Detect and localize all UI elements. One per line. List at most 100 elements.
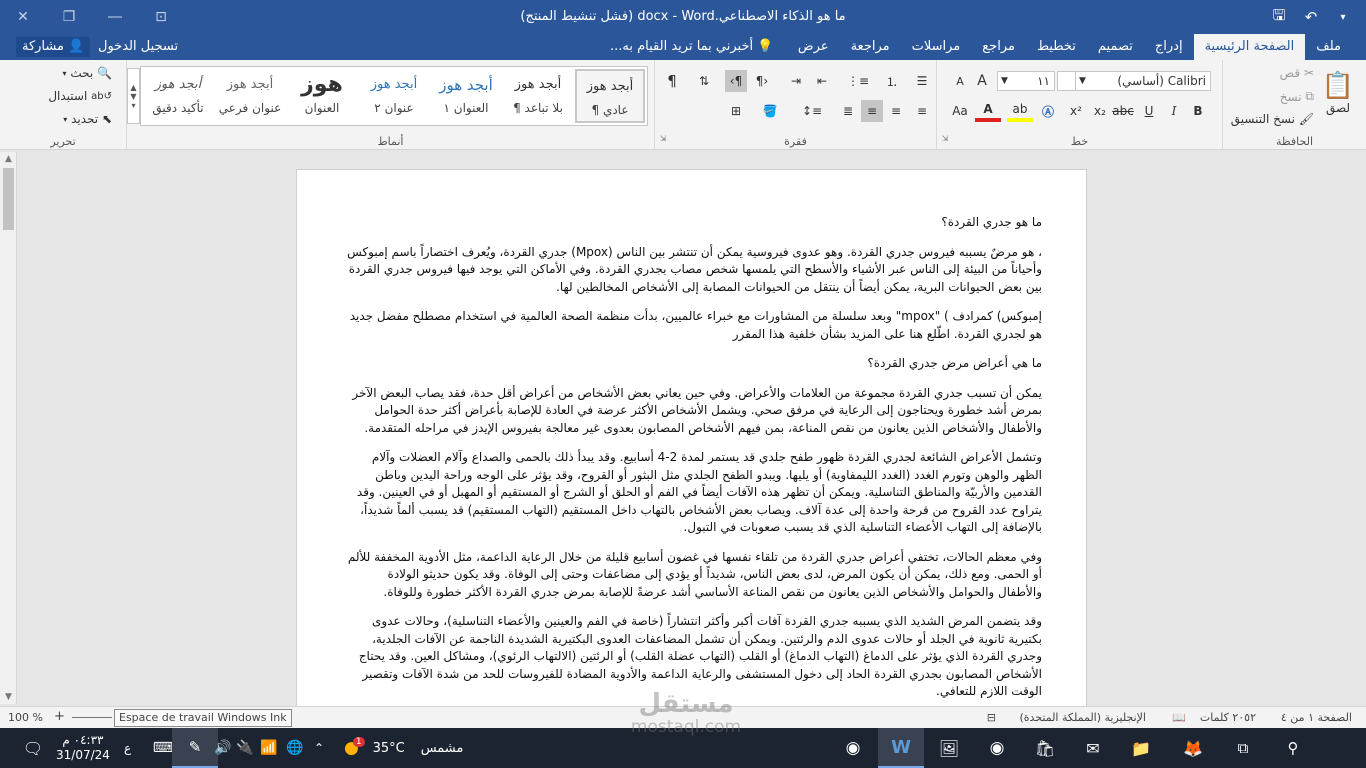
zoom-slider[interactable] xyxy=(72,717,112,718)
cut-button[interactable]: قص ✂ xyxy=(1280,66,1314,80)
copy-button[interactable]: نسخ ⧉ xyxy=(1280,89,1314,104)
font-color-button[interactable]: A xyxy=(975,100,1001,122)
font-name-dropdown[interactable] xyxy=(1057,71,1075,91)
style-title[interactable]: هوز العنوان xyxy=(287,69,357,123)
clock-time: ٠٤:٣٣ م xyxy=(62,733,104,747)
text-effects-button[interactable]: Ⓐ xyxy=(1037,100,1059,122)
zoom-level[interactable]: 100 % xyxy=(8,711,43,724)
style-heading-1[interactable]: أبجد هوز العنوان ١ xyxy=(431,69,501,123)
tab-review[interactable]: مراجعة xyxy=(840,34,901,60)
zoom-in-icon[interactable]: + xyxy=(54,709,65,724)
center-button[interactable]: ≡ xyxy=(885,100,907,122)
align-right-button[interactable]: ≡ xyxy=(911,100,933,122)
sign-in-link[interactable]: تسجيل الدخول xyxy=(98,34,178,60)
chrome-app-icon[interactable]: ◉ xyxy=(974,728,1020,768)
document-page[interactable]: ما هو جدري القردة؟ ، هو مرضٌ يسببه فيروس… xyxy=(296,169,1087,709)
vertical-scrollbar[interactable]: ▲ ▼ xyxy=(0,152,17,704)
borders-button[interactable]: ⊞ xyxy=(721,100,751,122)
word-app-icon[interactable]: W xyxy=(878,728,924,768)
select-button[interactable]: ▾ تحديد ⬉ xyxy=(63,112,112,126)
doc-paragraph: ، هو مرضٌ يسببه فيروس جدري القردة. وهو ع… xyxy=(347,244,1042,294)
format-painter-button[interactable]: نسخ التنسيق 🖌 xyxy=(1231,112,1314,126)
sort-button[interactable]: ⇅ xyxy=(693,70,715,92)
font-size-box[interactable]: ١١ ▼ xyxy=(997,71,1055,91)
store-app-icon[interactable]: 🛍 xyxy=(1022,728,1068,768)
find-button[interactable]: ▾ بحث 🔍 xyxy=(63,66,113,80)
tab-home[interactable]: الصفحة الرئيسية xyxy=(1193,34,1306,60)
tab-insert[interactable]: إدراج xyxy=(1144,34,1194,60)
format-painter-label: نسخ التنسيق xyxy=(1230,112,1295,126)
style-subtle-emphasis[interactable]: أبجد هوز تأكيد دقيق xyxy=(143,69,213,123)
shading-button[interactable]: 🪣 xyxy=(755,100,785,122)
shrink-font-button[interactable]: A xyxy=(949,71,971,91)
photos-app-icon[interactable]: 🖼 xyxy=(926,728,972,768)
highlight-button[interactable]: ab xyxy=(1007,100,1033,122)
undo-icon[interactable]: ↶ xyxy=(1300,6,1322,28)
italic-button[interactable]: I xyxy=(1163,100,1185,122)
chrome-app-icon[interactable]: ◉ xyxy=(830,728,876,768)
show-hidden-icons-icon[interactable]: ⌃ xyxy=(296,728,342,768)
justify-button[interactable]: ≣ xyxy=(837,100,859,122)
tab-file[interactable]: ملف xyxy=(1305,34,1352,60)
superscript-button[interactable]: x² xyxy=(1065,100,1087,122)
tab-references[interactable]: مراجع xyxy=(971,34,1026,60)
font-name-box[interactable]: Calibri (أساسي) ▼ xyxy=(1075,71,1211,91)
language-indicator[interactable]: الإنجليزية (المملكة المتحدة) xyxy=(1019,711,1146,724)
tab-layout[interactable]: تخطيط xyxy=(1026,34,1087,60)
left-to-right-button[interactable]: ¶› xyxy=(751,70,773,92)
bold-button[interactable]: B xyxy=(1187,100,1209,122)
scroll-down-icon[interactable]: ▼ xyxy=(0,692,17,702)
paste-button[interactable]: 📋 لصق xyxy=(1318,66,1358,120)
editing-group-label: تحرير xyxy=(50,135,76,148)
firefox-app-icon[interactable]: 🦊 xyxy=(1170,728,1216,768)
tab-design[interactable]: تصميم xyxy=(1087,34,1144,60)
grow-font-button[interactable]: A xyxy=(971,71,993,91)
style-sample: أبجد هوز xyxy=(586,79,634,94)
notifications-icon[interactable]: 🗨 xyxy=(10,728,56,768)
clock[interactable]: ٠٤:٣٣ م 31/07/24 xyxy=(56,728,110,768)
weather-widget[interactable]: ● 1 35°C مشمس xyxy=(344,728,463,768)
scrollbar-thumb[interactable] xyxy=(3,168,14,230)
subscript-button[interactable]: x₂ xyxy=(1089,100,1111,122)
strikethrough-button[interactable]: abc xyxy=(1112,100,1134,122)
customize-quick-access-icon[interactable]: ▾ xyxy=(1332,6,1354,28)
search-icon[interactable]: ⚲ xyxy=(1270,728,1316,768)
task-view-icon[interactable]: ⧉ xyxy=(1220,728,1266,768)
increase-indent-button[interactable]: ⇥ xyxy=(785,70,807,92)
align-left-button[interactable]: ≡ xyxy=(861,100,883,122)
style-heading-2[interactable]: أبجد هوز عنوان ٢ xyxy=(359,69,429,123)
numbering-button[interactable]: ⒈ xyxy=(881,70,903,92)
file-explorer-icon[interactable]: 📁 xyxy=(1118,728,1164,768)
input-language[interactable]: ع xyxy=(124,728,131,768)
decrease-indent-button[interactable]: ⇤ xyxy=(811,70,833,92)
scroll-up-icon[interactable]: ▲ xyxy=(0,154,17,164)
multilevel-list-button[interactable]: ⋮≡ xyxy=(845,70,871,92)
word-count[interactable]: ٢٠٥٢ كلمات xyxy=(1200,711,1256,724)
change-case-button[interactable]: Aa xyxy=(949,100,971,122)
show-marks-button[interactable]: ¶ xyxy=(661,70,683,92)
document-body[interactable]: ما هو جدري القردة؟ ، هو مرضٌ يسببه فيروس… xyxy=(345,214,1042,713)
tell-me-search[interactable]: 💡 أخبرني بما تريد القيام به... xyxy=(610,34,773,60)
bullets-button[interactable]: ☰ xyxy=(911,70,933,92)
doc-paragraph: يمكن أن تسبب جدري القردة مجموعة من العلا… xyxy=(352,385,1042,435)
share-button[interactable]: مشاركة 👤 xyxy=(16,37,91,57)
style-subtitle[interactable]: أبجد هوز عنوان فرعي xyxy=(215,69,285,123)
style-normal[interactable]: أبجد هوز ¶ عادي xyxy=(575,69,645,123)
share-label: مشاركة xyxy=(22,39,64,54)
style-sample: أبجد هوز xyxy=(226,77,274,92)
save-icon[interactable]: 🖫 xyxy=(1268,6,1290,28)
style-sample: أبجد هوز xyxy=(439,76,493,94)
tab-mailings[interactable]: مراسلات xyxy=(901,34,972,60)
replace-button[interactable]: استبدال ab↺ xyxy=(48,89,112,103)
right-to-left-button[interactable]: ‹¶ xyxy=(725,70,747,92)
style-sample: أبجد هوز xyxy=(370,77,418,92)
style-no-spacing[interactable]: أبجد هوز ¶ بلا تباعد xyxy=(503,69,573,123)
proofing-icon[interactable]: 📖 xyxy=(1172,711,1186,724)
mail-app-icon[interactable]: ✉ xyxy=(1070,728,1116,768)
line-spacing-button[interactable]: ↕≡ xyxy=(797,100,827,122)
tab-view[interactable]: عرض xyxy=(787,34,840,60)
page-count[interactable]: الصفحة ١ من ٤ xyxy=(1281,711,1352,724)
underline-button[interactable]: U xyxy=(1137,100,1161,122)
styles-scroll-buttons[interactable]: ▲ ▼ ▾ xyxy=(127,68,140,124)
track-changes-icon[interactable]: ⊟ xyxy=(987,711,996,724)
